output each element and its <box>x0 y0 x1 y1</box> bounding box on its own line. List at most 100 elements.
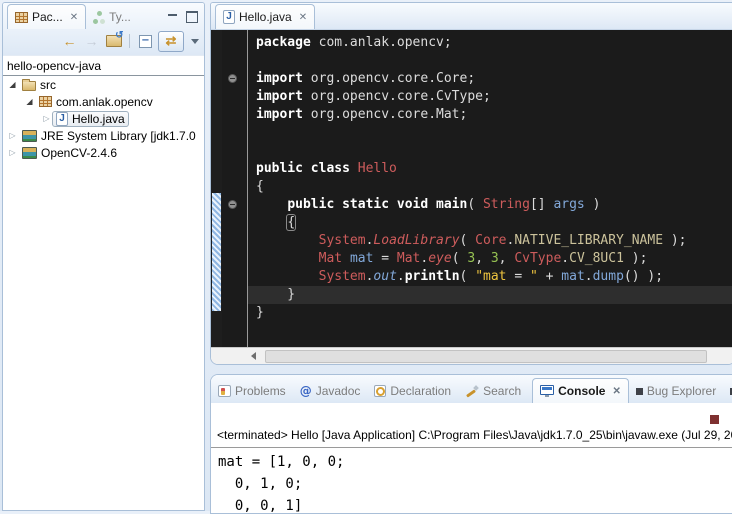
tab-declaration[interactable]: Declaration <box>367 379 458 403</box>
horizontal-scrollbar[interactable] <box>211 347 732 364</box>
code-line: { <box>248 214 732 232</box>
close-icon[interactable]: ✕ <box>70 12 78 23</box>
tab-bug-explorer[interactable]: Bug Explorer <box>629 379 723 403</box>
close-icon[interactable]: ✕ <box>612 386 620 397</box>
source-folder-icon <box>22 81 36 91</box>
tab-package-explorer[interactable]: Pac... ✕ <box>7 4 86 29</box>
code-token: "mat <box>475 269 514 284</box>
tree-item-opencv-2.4.6[interactable]: ▷ OpenCV-2.4.6 <box>3 144 204 161</box>
tab-console[interactable]: Console✕ <box>532 378 629 403</box>
project-label[interactable]: hello-opencv-java <box>3 56 204 75</box>
tree-item-label: com.anlak.opencv <box>56 95 153 109</box>
tab-javadoc[interactable]: @Javadoc <box>293 379 368 403</box>
tree-item-label: JRE System Library [jdk1.7.0 <box>41 129 196 143</box>
link-with-editor-icon[interactable]: ⇄ <box>158 31 184 52</box>
editor-tab-label: Hello.java <box>239 10 292 24</box>
console-output[interactable]: mat = [1, 0, 0; 0, 1, 0; 0, 0, 1] <box>218 451 344 514</box>
code-token <box>256 251 319 266</box>
tree-item-jre[interactable]: ▷ JRE System Library [jdk1.7.0 <box>3 127 204 144</box>
java-file-icon: J <box>56 112 68 126</box>
folding-ruler[interactable] <box>222 30 248 348</box>
type-hierarchy-icon <box>93 11 105 24</box>
code-token: public class <box>256 161 350 176</box>
bottom-tabrow: Problems @Javadoc Declaration SearchConsole… <box>211 375 732 403</box>
code-line: import org.opencv.core.CvType; <box>248 88 732 106</box>
code-token: () ); <box>624 269 663 284</box>
collapse-arrow-icon[interactable]: ◢ <box>24 97 35 106</box>
declaration-icon <box>374 385 386 397</box>
tree-item-label: Hello.java <box>72 112 125 126</box>
console-separator <box>211 447 732 448</box>
code-line: public static void main( String[] args ) <box>248 196 732 214</box>
tree-item-src[interactable]: ◢src <box>3 76 204 93</box>
view-menu-icon[interactable] <box>191 39 199 44</box>
code-token: ( <box>467 197 483 212</box>
code-token: ( <box>452 251 468 266</box>
code-token: 3 <box>467 251 475 266</box>
tree-item-com.anlak.opencv[interactable]: ◢ com.anlak.opencv <box>3 93 204 110</box>
console-view: <terminated> Hello [Java Application] C:… <box>211 403 732 513</box>
scroll-left-icon[interactable] <box>251 352 256 360</box>
code-token: . <box>585 269 593 284</box>
minimize-icon[interactable] <box>168 13 178 22</box>
fold-collapse-icon[interactable] <box>228 74 237 83</box>
code-line: System.LoadLibrary( Core.NATIVE_LIBRARY_… <box>248 232 732 250</box>
maximize-icon[interactable] <box>186 11 198 23</box>
code-token: mat <box>561 269 584 284</box>
code-token: org.opencv.core.Mat; <box>303 107 467 122</box>
tab-label: Declaration <box>390 384 451 398</box>
code-token: System <box>319 269 366 284</box>
tab-problems[interactable]: Problems <box>211 379 293 403</box>
code-token: Mat <box>319 251 342 266</box>
tab-hello-java[interactable]: J Hello.java ✕ <box>215 4 315 29</box>
package-explorer-icon <box>15 12 28 23</box>
code-token: package <box>256 35 311 50</box>
collapse-all-icon[interactable]: − <box>136 32 155 51</box>
tab-bug[interactable]: Bug <box>723 379 732 403</box>
expand-arrow-icon[interactable]: ▷ <box>7 148 18 157</box>
code-line: package com.anlak.opencv; <box>248 34 732 52</box>
code-token: Hello <box>358 161 397 176</box>
code-token: = <box>373 251 396 266</box>
close-icon[interactable]: ✕ <box>299 12 307 23</box>
code-token: out <box>373 269 396 284</box>
editor-view: J Hello.java ✕ package com.anlak.opencv;… <box>210 2 732 365</box>
package-explorer-body: hello-opencv-java ◢src◢com.anlak.opencv▷… <box>3 56 204 161</box>
code-token: CV_8UC1 <box>569 251 624 266</box>
code-line: import org.opencv.core.Mat; <box>248 106 732 124</box>
tree-item-hello.java[interactable]: ▷ J Hello.java <box>3 110 204 127</box>
scrollbar-thumb[interactable] <box>265 350 707 363</box>
up-folder-icon[interactable] <box>104 32 123 51</box>
library-icon <box>22 147 37 159</box>
collapse-arrow-icon[interactable]: ◢ <box>7 80 18 89</box>
code-line: { <box>248 178 732 196</box>
code-token: ) <box>585 197 601 212</box>
forward-arrow-icon[interactable]: → <box>82 32 101 51</box>
code-token: CvType <box>514 251 561 266</box>
package-explorer-tree: ◢src◢com.anlak.opencv▷JHello.java▷JRE Sy… <box>3 76 204 161</box>
back-arrow-icon[interactable]: ← <box>60 32 79 51</box>
code-line: } <box>248 304 732 322</box>
bug-icon <box>636 388 643 395</box>
tree-item-label: OpenCV-2.4.6 <box>41 146 117 160</box>
expand-arrow-icon[interactable]: ▷ <box>41 114 52 123</box>
code-line <box>248 142 732 160</box>
package-explorer-view: Pac... ✕ Ty... ← → − ⇄ hello-opencv-java… <box>2 2 205 511</box>
code-token: import <box>256 89 303 104</box>
expand-arrow-icon[interactable]: ▷ <box>7 131 18 140</box>
package-explorer-header: Pac... ✕ Ty... ← → − ⇄ <box>3 3 204 56</box>
tab-search[interactable]: Search <box>458 379 528 403</box>
tab-type-hierarchy-label: Ty... <box>109 10 131 24</box>
code-token: String <box>483 197 530 212</box>
tab-type-hierarchy[interactable]: Ty... <box>86 5 138 29</box>
code-token: } <box>256 287 295 302</box>
view-window-buttons <box>168 11 204 29</box>
code-token: import <box>256 107 303 122</box>
code-editor[interactable]: package com.anlak.opencv; import org.open… <box>248 30 732 348</box>
terminate-icon[interactable] <box>710 415 719 424</box>
annotation-ruler[interactable] <box>211 30 222 348</box>
tab-label: Problems <box>235 384 286 398</box>
tree-label-box: src <box>18 77 60 93</box>
fold-collapse-icon[interactable] <box>228 200 237 209</box>
code-token: mat <box>350 251 373 266</box>
